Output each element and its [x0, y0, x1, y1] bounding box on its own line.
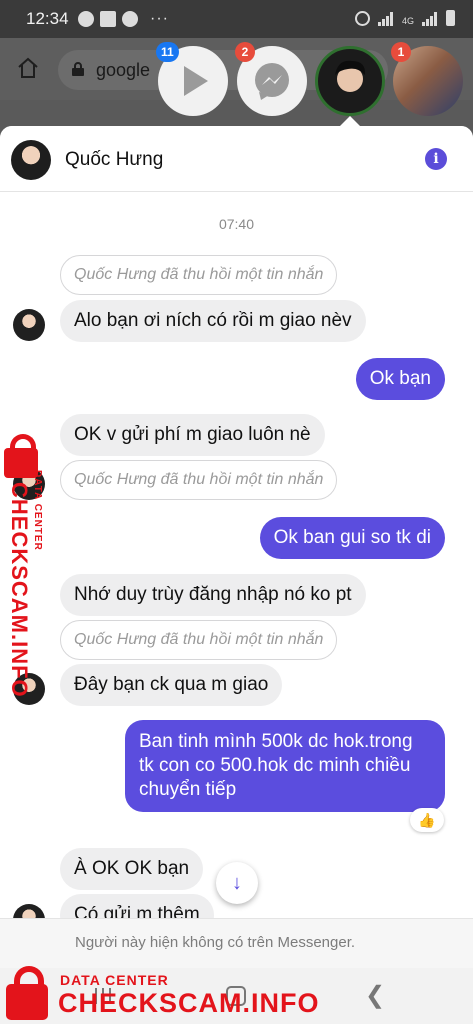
incoming-message[interactable]: À OK OK bạn — [60, 848, 204, 890]
user-avatar-icon — [335, 60, 366, 92]
recalled-message: Quốc Hưng đã thu hồi một tin nhắn — [60, 460, 338, 500]
lock-icon — [72, 62, 84, 76]
recalled-message: Quốc Hưng đã thu hồi một tin nhắn — [60, 620, 338, 660]
more-notifications-icon: ··· — [150, 10, 169, 27]
message-list[interactable]: 07:40 Quốc Hưng đã thu hồi một tin nhắn … — [0, 192, 473, 918]
sender-avatar — [13, 904, 45, 918]
notification-icons: ··· — [78, 10, 169, 28]
network-type-label: 4G — [401, 16, 414, 26]
unread-badge: 2 — [235, 42, 255, 62]
chat-panel: Quốc Hưng i 07:40 Quốc Hưng đã thu hồi m… — [0, 126, 473, 968]
watermark-small-text: DATA CENTER — [32, 470, 43, 551]
home-icon[interactable] — [16, 56, 40, 80]
gallery-notification-icon — [100, 11, 116, 27]
back-icon[interactable]: ❮ — [365, 981, 385, 1010]
system-icons: 4G — [354, 10, 455, 26]
active-head-pointer — [340, 116, 360, 126]
address-text: google — [96, 60, 151, 80]
recalled-message: Quốc Hưng đã thu hồi một tin nhắn — [60, 255, 338, 295]
messenger-notification-icon-2 — [122, 11, 138, 27]
watermark-lock-icon — [6, 966, 48, 1020]
chat-head-quoc-hung[interactable] — [315, 46, 385, 116]
signal-icon-2 — [422, 12, 438, 26]
watermark-large-text: CHECKSCAM.INFO — [7, 482, 32, 698]
chat-head-messenger[interactable]: 2 — [235, 42, 307, 116]
signal-icon — [377, 12, 394, 26]
incoming-message[interactable]: Có gửi m thêm — [60, 894, 214, 918]
chat-head-play[interactable]: 11 — [156, 42, 228, 116]
incoming-message[interactable]: Alo bạn ơi ních có rồi m giao nèv — [60, 300, 366, 342]
watermark-side: CHECKSCAM.INFO DATA CENTER — [4, 434, 56, 698]
outgoing-message[interactable]: Ok bạn — [355, 358, 445, 400]
message-timestamp: 07:40 — [218, 216, 255, 232]
message-line: tk con co 500.hok dc minh chiều — [139, 755, 411, 776]
unread-badge: 11 — [156, 42, 179, 62]
unread-badge: 1 — [391, 42, 411, 62]
contact-avatar[interactable] — [11, 140, 51, 180]
watermark-bottom: DATA CENTER CHECKSCAM.INFO — [4, 960, 319, 1024]
contact-name[interactable]: Quốc Hưng — [65, 149, 163, 171]
alarm-icon — [354, 11, 370, 26]
message-line: Ban tinh mình 500k dc hok.trong — [139, 731, 413, 752]
outgoing-message[interactable]: Ok ban gui so tk di — [259, 517, 445, 559]
chat-header: Quốc Hưng i — [0, 126, 473, 192]
messenger-notification-icon — [78, 11, 94, 27]
info-icon[interactable]: i — [425, 148, 447, 170]
thumbs-up-reaction-icon[interactable]: 👍 — [410, 808, 444, 832]
chat-head-photo[interactable]: 1 — [391, 42, 463, 116]
sender-avatar — [13, 309, 45, 341]
outgoing-message-multiline[interactable]: Ban tinh mình 500k dc hok.trong tk con c… — [125, 720, 445, 812]
scroll-down-icon[interactable]: ↓ — [216, 862, 258, 904]
battery-icon — [446, 10, 455, 26]
incoming-message[interactable]: Đây bạn ck qua m giao — [60, 664, 283, 706]
watermark-small-text: DATA CENTER — [60, 972, 169, 988]
status-time: 12:34 — [26, 9, 69, 28]
incoming-message[interactable]: Nhớ duy trùy đăng nhập nó ko pt — [60, 574, 366, 616]
unavailable-notice-text: Người này hiện không có trên Messenger. — [75, 934, 356, 951]
status-bar: 12:34 ··· 4G — [0, 0, 473, 38]
watermark-large-text: CHECKSCAM.INFO — [58, 988, 320, 1018]
incoming-message[interactable]: OK v gửi phí m giao luôn nè — [60, 414, 325, 456]
message-line: chuyển tiếp — [139, 779, 237, 800]
